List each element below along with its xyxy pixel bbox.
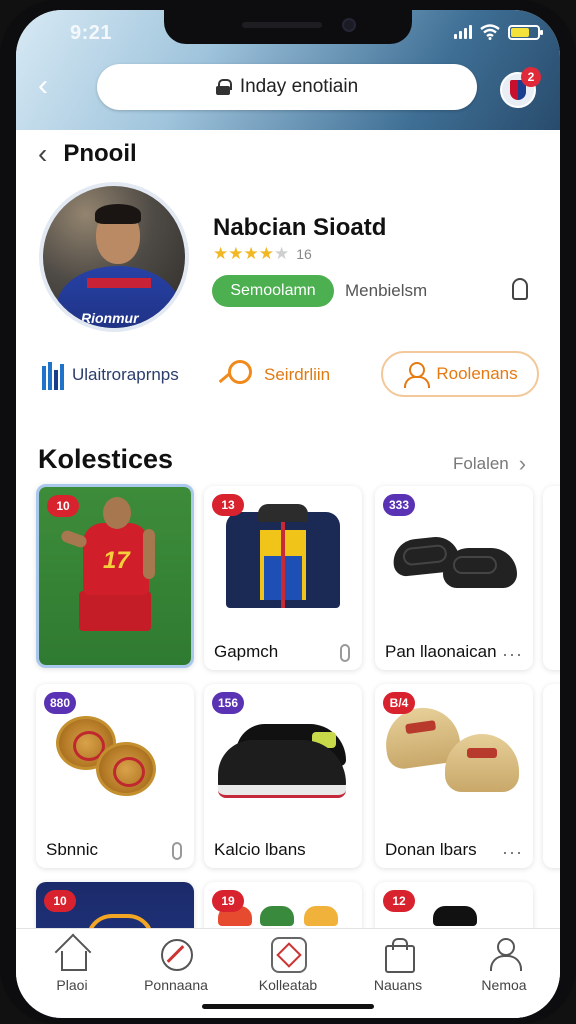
notification-badge: 2 (521, 67, 541, 87)
speaker (242, 22, 322, 28)
back-chevron-icon[interactable]: ‹ (38, 140, 47, 168)
star-icon: ★ (274, 244, 290, 263)
action-profile-button[interactable]: Roolenans (381, 351, 539, 397)
search-label: Inday enotiain (239, 76, 359, 97)
top-bar: 9:21 ‹ Inday enotiain 2 (16, 10, 560, 130)
collections-title: Kolestices (38, 444, 174, 474)
collection-card[interactable]: 333 Pan llaonaican ··· (375, 486, 533, 670)
collection-card[interactable]: B/4 Donan lbars ··· (375, 684, 533, 868)
phone-frame: 9:21 ‹ Inday enotiain 2 ‹ Pnooil Rionmur… (0, 0, 576, 1024)
home-icon (55, 937, 89, 971)
status-time: 9:21 (70, 22, 113, 44)
tab-profile-label: Nemoa (481, 977, 527, 993)
lock-icon (340, 644, 350, 662)
collection-icon (271, 937, 307, 973)
lock-icon (172, 842, 182, 860)
star-icon: ★ (213, 244, 229, 263)
camera (342, 18, 356, 32)
collection-card[interactable]: 880 Sbnnic (36, 684, 194, 868)
screen: 9:21 ‹ Inday enotiain 2 ‹ Pnooil Rionmur… (16, 10, 560, 1018)
card-badge: 10 (44, 890, 76, 912)
back-icon[interactable]: ‹ (38, 71, 68, 102)
bag-icon (381, 937, 415, 973)
card-title: Sbnnic (46, 840, 98, 859)
page-title: Pnooil (63, 140, 137, 167)
home-indicator (202, 1004, 374, 1009)
wifi-icon (480, 24, 500, 40)
bar-chart-icon (42, 360, 64, 390)
notch (164, 10, 412, 44)
member-label: Menbielsm (345, 281, 428, 300)
collection-card-partial[interactable] (543, 486, 560, 670)
action-search-label: Seirdrliin (264, 365, 331, 384)
account-avatar[interactable]: 2 (500, 67, 541, 108)
card-badge: 12 (383, 890, 415, 912)
card-badge: 880 (44, 692, 76, 714)
sport-icon (159, 937, 193, 971)
collection-card[interactable]: 10 (36, 484, 194, 668)
tab-sport-label: Ponnaana (144, 977, 208, 993)
star-icon: ★ (243, 244, 259, 263)
collection-card[interactable]: 13 Gapmch (204, 486, 362, 670)
tab-profile[interactable]: Nemoa (454, 937, 554, 993)
signal-icon (454, 25, 472, 39)
card-badge: 19 (212, 890, 244, 912)
battery-icon (508, 24, 543, 40)
card-badge: 333 (383, 494, 415, 516)
chevron-right-icon: › (518, 451, 527, 476)
star-rating: ★★★★★ 16 (213, 244, 312, 264)
profile-photo[interactable]: Rionmur (39, 182, 189, 332)
page-header: ‹ Pnooil (38, 140, 137, 168)
tab-home[interactable]: Plaoi (22, 937, 122, 993)
star-icon: ★ (258, 244, 274, 263)
status-icons (454, 24, 543, 40)
action-search[interactable]: Seirdrliin (216, 354, 330, 396)
action-stats-label: Ulaitroraprnps (72, 365, 179, 384)
card-title: Kalcio lbans (214, 840, 306, 859)
star-icon: ★ (228, 244, 244, 263)
card-title: Donan lbars (385, 840, 477, 859)
magnifier-icon (216, 360, 256, 390)
see-all-label: Folalen (453, 454, 509, 473)
profile-name: Nabcian Sioatd (213, 214, 387, 241)
more-icon[interactable]: ··· (502, 842, 523, 863)
card-title: Gapmch (214, 642, 279, 661)
person-icon (402, 362, 431, 388)
card-badge: 13 (212, 494, 244, 516)
tab-sport[interactable]: Ponnaana (126, 937, 226, 993)
tab-collections-label: Kolleatab (258, 977, 318, 993)
collection-card-partial[interactable] (543, 684, 560, 868)
card-badge: 156 (212, 692, 244, 714)
collection-card[interactable]: 156 Kalcio lbans (204, 684, 362, 868)
tab-shop[interactable]: Nauans (348, 937, 448, 993)
lock-icon (215, 79, 232, 95)
tab-collections[interactable]: Kolleatab (238, 937, 338, 993)
user-icon (487, 937, 522, 971)
card-title: Pan llaonaican (385, 642, 497, 661)
card-badge: B/4 (383, 692, 415, 714)
card-badge: 10 (47, 495, 79, 517)
search-bar[interactable]: Inday enotiain (97, 64, 477, 110)
action-stats[interactable]: Ulaitroraprnps (42, 354, 179, 396)
jersey-text: Rionmur (81, 310, 139, 326)
stars-icon: ★★★★★ (213, 244, 289, 264)
tab-home-label: Plaoi (56, 977, 88, 993)
bell-icon[interactable] (512, 278, 528, 300)
rating-count: 16 (296, 246, 312, 262)
see-all-link[interactable]: Folalen › (453, 451, 526, 477)
hair-shape (95, 204, 141, 224)
action-profile-label: Roolenans (436, 364, 518, 383)
more-icon[interactable]: ··· (502, 644, 523, 665)
tab-shop-label: Nauans (373, 977, 423, 993)
status-badge[interactable]: Semoolamn (212, 275, 334, 307)
